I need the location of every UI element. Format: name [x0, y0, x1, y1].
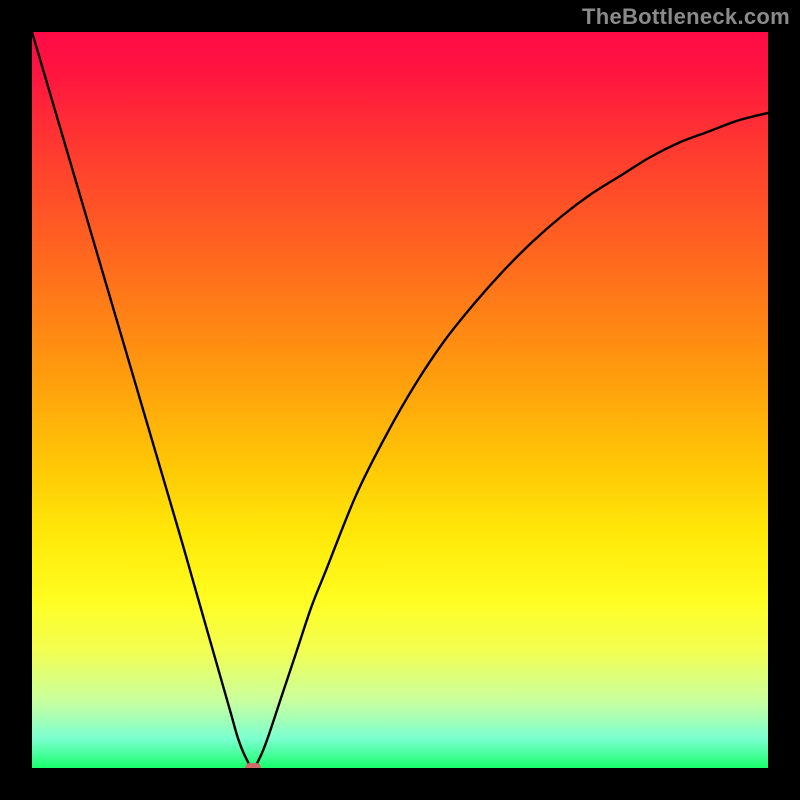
curve-layer [32, 32, 768, 768]
min-marker [245, 763, 261, 768]
plot-area [32, 32, 768, 768]
bottleneck-curve [32, 32, 768, 768]
watermark-label: TheBottleneck.com [582, 4, 790, 30]
chart-frame: TheBottleneck.com [0, 0, 800, 800]
